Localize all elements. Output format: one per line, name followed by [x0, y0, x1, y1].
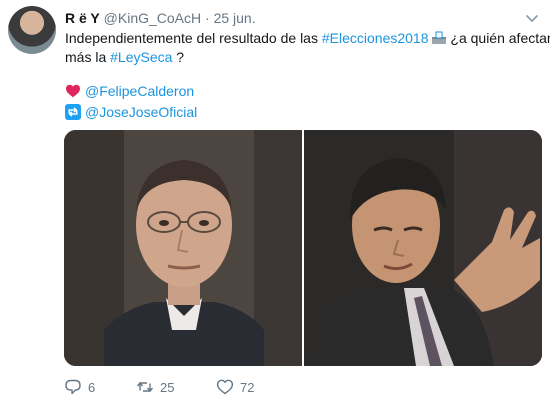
heart-outline-icon: [216, 379, 234, 395]
text-fragment: Independientemente del resultado de las: [65, 30, 322, 46]
like-mention-line: @FelipeCalderon: [65, 82, 194, 100]
photo-left-image: [64, 130, 302, 366]
retweet-icon: [65, 104, 81, 120]
reply-button[interactable]: 6: [64, 378, 95, 396]
text-fragment: ¿a quién afectará: [446, 30, 550, 46]
retweet-mention-line: @JoseJoseOficial: [65, 103, 197, 121]
ballot-box-icon: [431, 31, 446, 44]
tweet-header: R ë Y @KinG_CoAcH · 25 jun.: [65, 9, 256, 27]
tweet-actions: 6 25 72: [64, 378, 364, 398]
text-fragment: más la: [65, 49, 111, 65]
separator-dot: ·: [205, 10, 210, 26]
display-name[interactable]: R ë Y: [65, 10, 100, 26]
photo-right-image: [304, 130, 542, 366]
reply-icon: [65, 379, 81, 395]
photo-right[interactable]: [304, 130, 542, 366]
hashtag-leyseca[interactable]: #LeySeca: [110, 49, 172, 65]
tweet-text: Independientemente del resultado de las …: [65, 29, 550, 67]
retweet-button[interactable]: 25: [136, 378, 174, 396]
hashtag-elecciones2018[interactable]: #Elecciones2018: [322, 30, 429, 46]
heart-icon: [66, 84, 80, 98]
text-fragment: ?: [172, 49, 185, 65]
retweet-icon: [136, 382, 154, 392]
chevron-down-icon[interactable]: [525, 11, 539, 25]
avatar[interactable]: [8, 6, 56, 54]
tweet-text-line-1: Independientemente del resultado de las …: [65, 29, 550, 48]
photo-left[interactable]: [64, 130, 302, 366]
like-count: 72: [240, 379, 255, 395]
tweet-date[interactable]: 25 jun.: [214, 10, 256, 26]
reply-count: 6: [88, 379, 96, 395]
media-grid: [64, 130, 542, 366]
user-handle[interactable]: @KinG_CoAcH: [104, 10, 201, 26]
tweet-text-line-2: más la #LeySeca ?: [65, 48, 535, 67]
retweet-count: 25: [160, 379, 175, 395]
mention-josejoseoficial[interactable]: @JoseJoseOficial: [85, 104, 197, 120]
tweet[interactable]: R ë Y @KinG_CoAcH · 25 jun. Independient…: [0, 0, 550, 402]
mention-felipecalderon[interactable]: @FelipeCalderon: [85, 83, 194, 99]
like-button[interactable]: 72: [216, 378, 254, 396]
